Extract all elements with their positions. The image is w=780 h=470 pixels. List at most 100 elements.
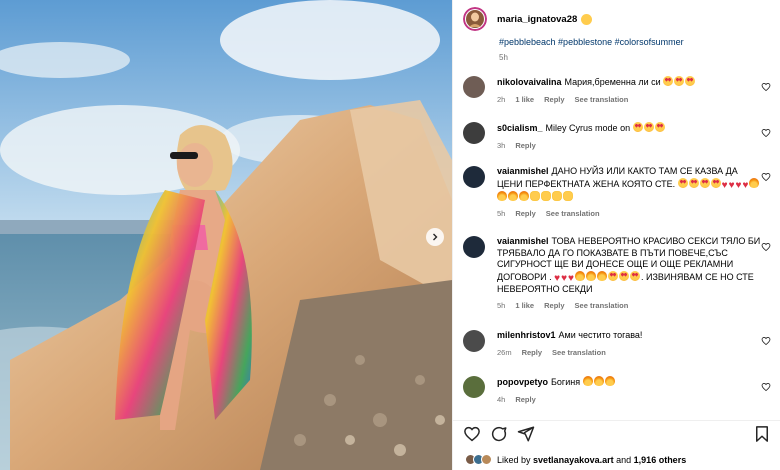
comment-meta: 2h 1 like Reply See translation (497, 94, 761, 106)
heart-emoji-icon: ♥ (561, 272, 568, 284)
heart-eyes-emoji-icon (685, 76, 696, 86)
heart-emoji-icon: ♥ (554, 272, 561, 284)
comment-text: Miley Cyrus mode on (545, 123, 631, 133)
likes-prefix: Liked by (497, 454, 531, 465)
comment-time: 3h (497, 140, 506, 150)
comment-meta: 26m Reply See translation (497, 347, 761, 359)
heart-emoji-icon: ♥ (742, 179, 749, 191)
heart-eyes-emoji-icon (699, 177, 710, 188)
heart-eyes-emoji-icon (607, 270, 618, 281)
heart-eyes-emoji-icon (710, 177, 721, 188)
reply-button[interactable]: Reply (515, 208, 535, 220)
see-translation-link[interactable]: See translation (552, 347, 606, 359)
comment-username[interactable]: s0cialism_ (497, 123, 543, 133)
comment-like-heart-icon[interactable] (761, 128, 771, 138)
comment-time: 5h (497, 209, 506, 218)
comment-time: 2h (497, 94, 506, 104)
action-bar: Liked by svetlanayakova.art and 1,916 ot… (453, 420, 780, 470)
reply-button[interactable]: Reply (522, 347, 542, 359)
fire-emoji-icon (604, 376, 615, 386)
comment-meta: 3h Reply (497, 140, 761, 152)
comment-like-heart-icon[interactable] (761, 382, 771, 392)
post-header: maria_ignatova28 (463, 7, 593, 31)
comment-username[interactable]: nikolovaivalina (497, 77, 562, 87)
fire-emoji-icon (582, 376, 593, 386)
comment-meta: 5h 1 like Reply See translation (497, 300, 761, 312)
reply-button[interactable]: Reply (515, 140, 535, 152)
comment-body: popovpetyo Богиня 4h Reply (497, 376, 761, 405)
commenter-avatar[interactable] (463, 236, 485, 258)
likes-user[interactable]: svetlanayakova.art (533, 455, 614, 465)
heart-eyes-emoji-icon (618, 270, 629, 281)
comment-text: Мария,бременна ли си (564, 77, 661, 87)
beach-photo-illustration (0, 0, 452, 470)
share-icon[interactable] (517, 425, 535, 443)
fire-emoji-icon (585, 270, 596, 281)
likes-and: and (616, 454, 632, 465)
heart-eyes-emoji-icon (677, 177, 688, 188)
comment-text: Ами честито тогава! (558, 330, 643, 340)
reply-button[interactable]: Reply (544, 300, 564, 312)
heart-emoji-icon: ♥ (568, 272, 574, 284)
heart-eyes-emoji-icon (654, 122, 665, 132)
commenter-avatar[interactable] (463, 376, 485, 398)
heart-eyes-emoji-icon (629, 270, 640, 281)
heart-eyes-emoji-icon (688, 177, 699, 188)
commenter-avatar[interactable] (463, 330, 485, 352)
heart-emoji-icon: ♥ (728, 179, 735, 191)
carousel-next-button[interactable] (426, 228, 444, 246)
clap-emoji-icon (552, 190, 562, 201)
likes-others[interactable]: 1,916 others (634, 455, 687, 465)
reply-button[interactable]: Reply (515, 394, 535, 406)
clap-emoji-icon (541, 190, 551, 201)
post-photo (0, 0, 452, 470)
comment-body: nikolovaivalina Мария,бременна ли си 2h 1 … (497, 76, 761, 105)
caption-hashtags[interactable]: #pebblebeach #pebblestone #colorsofsumme… (499, 37, 769, 47)
grimace-emoji-icon (581, 13, 593, 25)
likes-text: Liked by svetlanayakova.art and 1,916 ot… (497, 455, 686, 465)
comment-like-heart-icon[interactable] (761, 242, 771, 252)
post-caption: #pebblebeach #pebblestone #colorsofsumme… (499, 37, 769, 62)
bookmark-icon[interactable] (753, 425, 771, 443)
comment-time: 5h (497, 301, 506, 310)
post-sidebar: maria_ignatova28 #pebblebeach #pebblesto… (452, 0, 780, 470)
heart-emoji-icon: ♥ (721, 179, 728, 191)
fire-emoji-icon (508, 190, 518, 201)
comment-username[interactable]: popovpetyo (497, 377, 548, 387)
author-username[interactable]: maria_ignatova28 (497, 14, 577, 25)
comment-username[interactable]: milenhristov1 (497, 330, 556, 340)
comment-time: 26m (497, 347, 512, 357)
comment-like-heart-icon[interactable] (761, 82, 771, 92)
commenter-avatar[interactable] (463, 122, 485, 144)
heart-eyes-emoji-icon (632, 122, 643, 132)
heart-icon[interactable] (463, 425, 481, 443)
comment-body: milenhristov1 Ами честито тогава! 26m Repl… (497, 330, 761, 358)
fire-emoji-icon (519, 190, 529, 201)
reply-button[interactable]: Reply (544, 94, 564, 106)
see-translation-link[interactable]: See translation (575, 300, 629, 312)
liker-avatar (481, 454, 492, 465)
commenter-avatar[interactable] (463, 76, 485, 98)
comment-like-heart-icon[interactable] (761, 336, 771, 346)
comment-body: vaianmishel ТОВА НЕВЕРОЯТНО КРАСИВО СЕКСИ… (497, 236, 761, 312)
see-translation-link[interactable]: See translation (575, 94, 629, 106)
comment-icon[interactable] (490, 425, 508, 443)
fire-emoji-icon (574, 270, 585, 281)
commenter-avatar[interactable] (463, 166, 485, 188)
fire-emoji-icon (749, 177, 760, 188)
comment-list: nikolovaivalina Мария,бременна ли си 2h 1 … (453, 76, 780, 420)
fire-emoji-icon (593, 376, 604, 386)
clap-emoji-icon (530, 190, 540, 201)
heart-emoji-icon: ♥ (735, 179, 742, 191)
comment-username[interactable]: vaianmishel (497, 236, 549, 246)
comment-likes[interactable]: 1 like (515, 300, 534, 312)
clap-emoji-icon (563, 190, 573, 201)
heart-eyes-emoji-icon (663, 76, 674, 86)
author-avatar[interactable] (463, 7, 487, 31)
comment-like-heart-icon[interactable] (761, 172, 771, 182)
comment-likes[interactable]: 1 like (515, 94, 534, 106)
see-translation-link[interactable]: See translation (546, 208, 600, 220)
likes-summary: Liked by svetlanayakova.art and 1,916 ot… (465, 454, 686, 465)
comment-text: Богиня (551, 377, 581, 387)
comment-username[interactable]: vaianmishel (497, 166, 549, 176)
